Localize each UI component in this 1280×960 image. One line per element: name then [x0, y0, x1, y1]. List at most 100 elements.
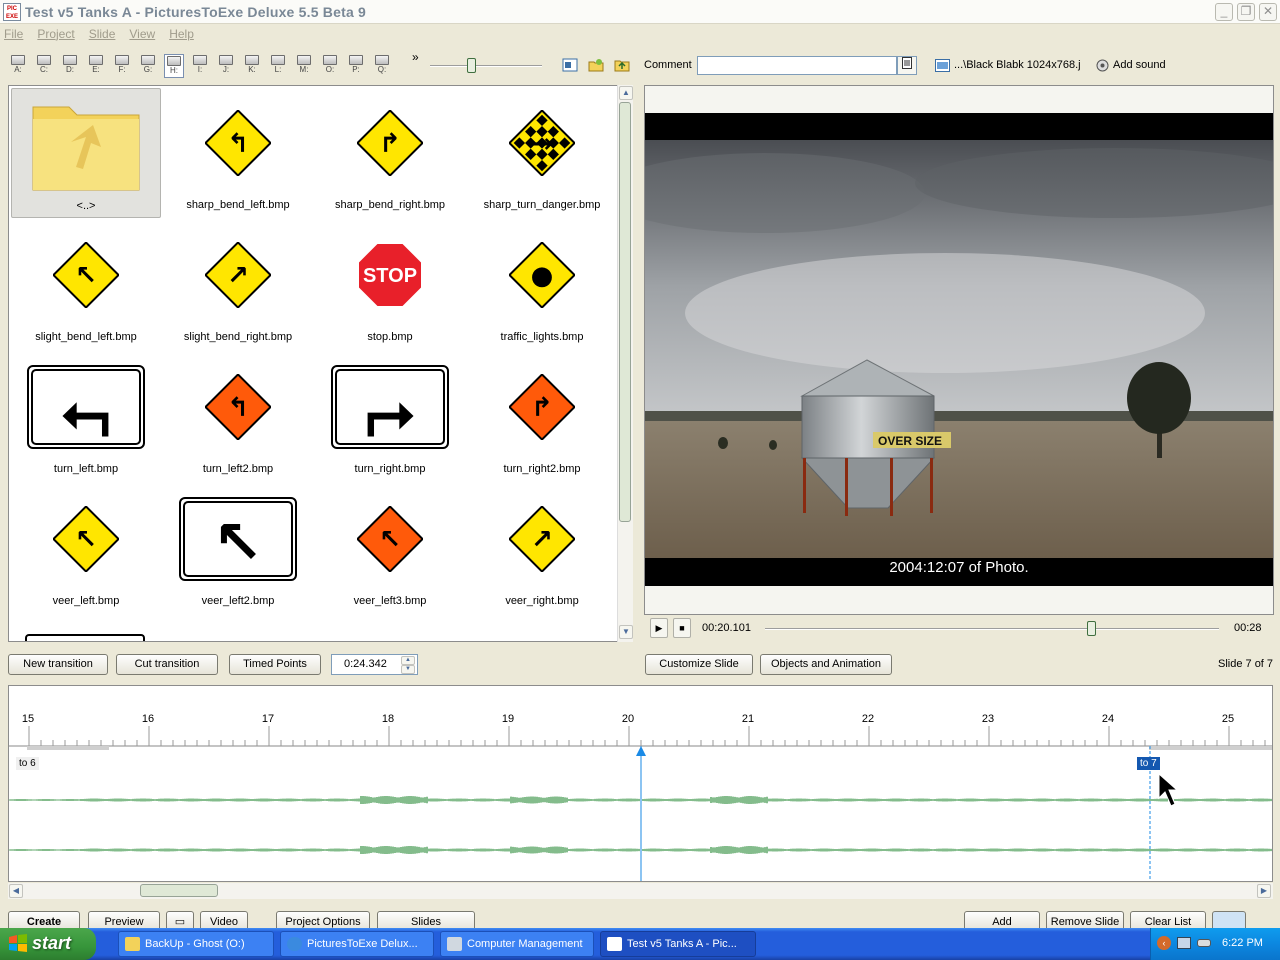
file-item[interactable]: ↱ turn_right2.bmp	[467, 352, 617, 482]
comment-input[interactable]	[697, 56, 897, 75]
file-item[interactable]: ↗ veer_right.bmp	[467, 484, 617, 614]
svg-text:⮢: ⮢	[62, 376, 110, 446]
menu-view[interactable]: View	[129, 27, 155, 41]
file-item[interactable]: ↗ slight_bend_right.bmp	[163, 220, 313, 350]
drive-icon	[37, 55, 51, 65]
svg-text:↗: ↗	[531, 525, 553, 555]
drive-f-button[interactable]: F:	[112, 54, 132, 78]
timed-points-button[interactable]: Timed Points	[229, 654, 321, 675]
drive-h-button[interactable]: H:	[164, 54, 184, 78]
drive-m-button[interactable]: M:	[294, 54, 314, 78]
current-time: 00:20.101	[702, 622, 751, 634]
file-name: veer_left3.bmp	[353, 595, 427, 607]
drive-l-button[interactable]: L:	[268, 54, 288, 78]
drive-g-button[interactable]: G:	[138, 54, 158, 78]
road-sign-icon: ↱	[509, 374, 575, 440]
drive-d-button[interactable]: D:	[60, 54, 80, 78]
drive-icon	[115, 55, 129, 65]
file-browser-scroll-thumb[interactable]	[619, 102, 631, 522]
drive-a-button[interactable]: A:	[8, 54, 28, 78]
timeline-tick-label: 25	[1221, 713, 1235, 725]
playback-track[interactable]	[765, 628, 1219, 630]
thumb-size-slider[interactable]	[467, 58, 476, 73]
timeline-tick-label: 22	[861, 713, 875, 725]
menu-file[interactable]: File	[4, 27, 23, 41]
task-backup-ghost[interactable]: BackUp - Ghost (O:)	[118, 931, 274, 957]
file-name: slight_bend_left.bmp	[35, 331, 137, 343]
drive-q-button[interactable]: Q:	[372, 54, 392, 78]
removable-device-icon[interactable]	[1197, 939, 1211, 947]
timeline-tick-label: 20	[621, 713, 635, 725]
file-item[interactable]: ↖ slight_bend_left.bmp	[11, 220, 161, 350]
minimize-button[interactable]: _	[1215, 3, 1233, 21]
spin-down-icon[interactable]: ▼	[401, 665, 415, 674]
file-item[interactable]: ↰ sharp_bend_left.bmp	[163, 88, 313, 218]
customize-slide-button[interactable]: Customize Slide	[645, 654, 753, 675]
drive-j-button[interactable]: J:	[216, 54, 236, 78]
objects-animation-button[interactable]: Objects and Animation	[760, 654, 892, 675]
app-icon: PIC EXE	[3, 2, 21, 21]
scroll-right-icon[interactable]: ▶	[1257, 884, 1271, 898]
scroll-up-icon[interactable]: ▲	[619, 86, 633, 100]
svg-text:↱: ↱	[531, 393, 553, 423]
tray-expand-icon[interactable]: ‹	[1157, 936, 1171, 950]
menu-project[interactable]: Project	[37, 27, 74, 41]
scroll-down-icon[interactable]: ▼	[619, 625, 633, 639]
file-item[interactable]: ↰ turn_left2.bmp	[163, 352, 313, 482]
cut-transition-button[interactable]: Cut transition	[116, 654, 218, 675]
file-item[interactable]: STOP stop.bmp	[315, 220, 465, 350]
close-button[interactable]: ✕	[1259, 3, 1277, 21]
menu-help[interactable]: Help	[169, 27, 194, 41]
menu-slide[interactable]: Slide	[89, 27, 116, 41]
comment-edit-button[interactable]	[897, 56, 917, 75]
drive-c-button[interactable]: C:	[34, 54, 54, 78]
file-name: sharp_turn_danger.bmp	[483, 199, 601, 211]
playback-slider[interactable]	[1086, 621, 1096, 636]
task-picturestoexe[interactable]: PicturesToExe Delux...	[280, 931, 434, 957]
task-computer-management[interactable]: Computer Management	[440, 931, 594, 957]
drive-icon	[323, 55, 337, 65]
file-item[interactable]: ↖ veer_left2.bmp	[163, 484, 313, 614]
open-folder-icon[interactable]	[588, 58, 604, 72]
road-sign-icon: ↖	[53, 242, 119, 308]
file-item[interactable]: → sharp_turn_danger.bmp	[467, 88, 617, 218]
spin-up-icon[interactable]: ▲	[401, 656, 415, 665]
file-item[interactable]: ⮢ turn_left.bmp	[11, 352, 161, 482]
file-item[interactable]: ↱ sharp_bend_right.bmp	[315, 88, 465, 218]
timeline-scroll-thumb[interactable]	[140, 884, 218, 897]
timeline[interactable]	[8, 685, 1273, 882]
background-file-label[interactable]: ...\Black Blabk 1024x768.j	[954, 59, 1081, 71]
file-name: veer_left.bmp	[52, 595, 120, 607]
maximize-button[interactable]: ❐	[1237, 3, 1255, 21]
stop-button[interactable]: ■	[673, 618, 691, 638]
task-test-v5-tanks[interactable]: Test v5 Tanks A - Pic...	[600, 931, 756, 957]
view-icon[interactable]	[562, 58, 578, 72]
drive-k-button[interactable]: K:	[242, 54, 262, 78]
play-button[interactable]: ▶	[650, 618, 668, 638]
file-item[interactable]: ↖ veer_left3.bmp	[315, 484, 465, 614]
drive-icon	[89, 55, 103, 65]
timeline-tick-label: 17	[261, 713, 275, 725]
file-name: turn_left.bmp	[53, 463, 119, 475]
new-transition-button[interactable]: New transition	[8, 654, 108, 675]
drive-e-button[interactable]: E:	[86, 54, 106, 78]
drive-icon	[297, 55, 311, 65]
drive-p-button[interactable]: P:	[346, 54, 366, 78]
more-drives-button[interactable]: »	[412, 50, 419, 64]
file-item[interactable]: <..>	[11, 88, 161, 218]
transition-marker-prev[interactable]: to 6	[16, 757, 39, 770]
transition-marker-current[interactable]: to 7	[1137, 757, 1160, 770]
scroll-left-icon[interactable]: ◀	[9, 884, 23, 898]
drive-o-button[interactable]: O:	[320, 54, 340, 78]
svg-text:↖: ↖	[379, 525, 401, 555]
slide-counter: Slide 7 of 7	[1218, 658, 1274, 670]
folder-up-icon[interactable]	[614, 58, 630, 72]
drive-icon	[141, 55, 155, 65]
drive-i-button[interactable]: I:	[190, 54, 210, 78]
file-item[interactable]: ↖ veer_left.bmp	[11, 484, 161, 614]
file-item[interactable]: ● traffic_lights.bmp	[467, 220, 617, 350]
partial-thumbnail	[25, 634, 145, 641]
add-sound-button[interactable]: Add sound	[1113, 59, 1166, 71]
file-item[interactable]: ⮣ turn_right.bmp	[315, 352, 465, 482]
network-icon[interactable]	[1177, 937, 1191, 949]
